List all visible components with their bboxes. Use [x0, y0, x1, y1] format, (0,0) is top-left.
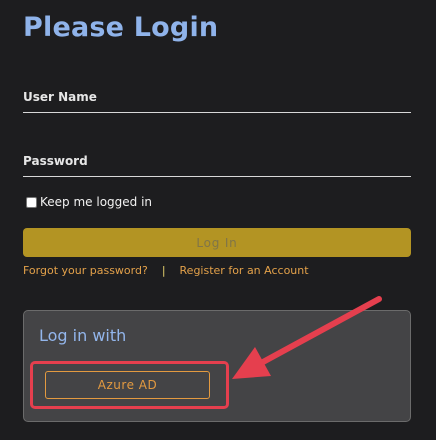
arrow-icon	[232, 296, 382, 379]
